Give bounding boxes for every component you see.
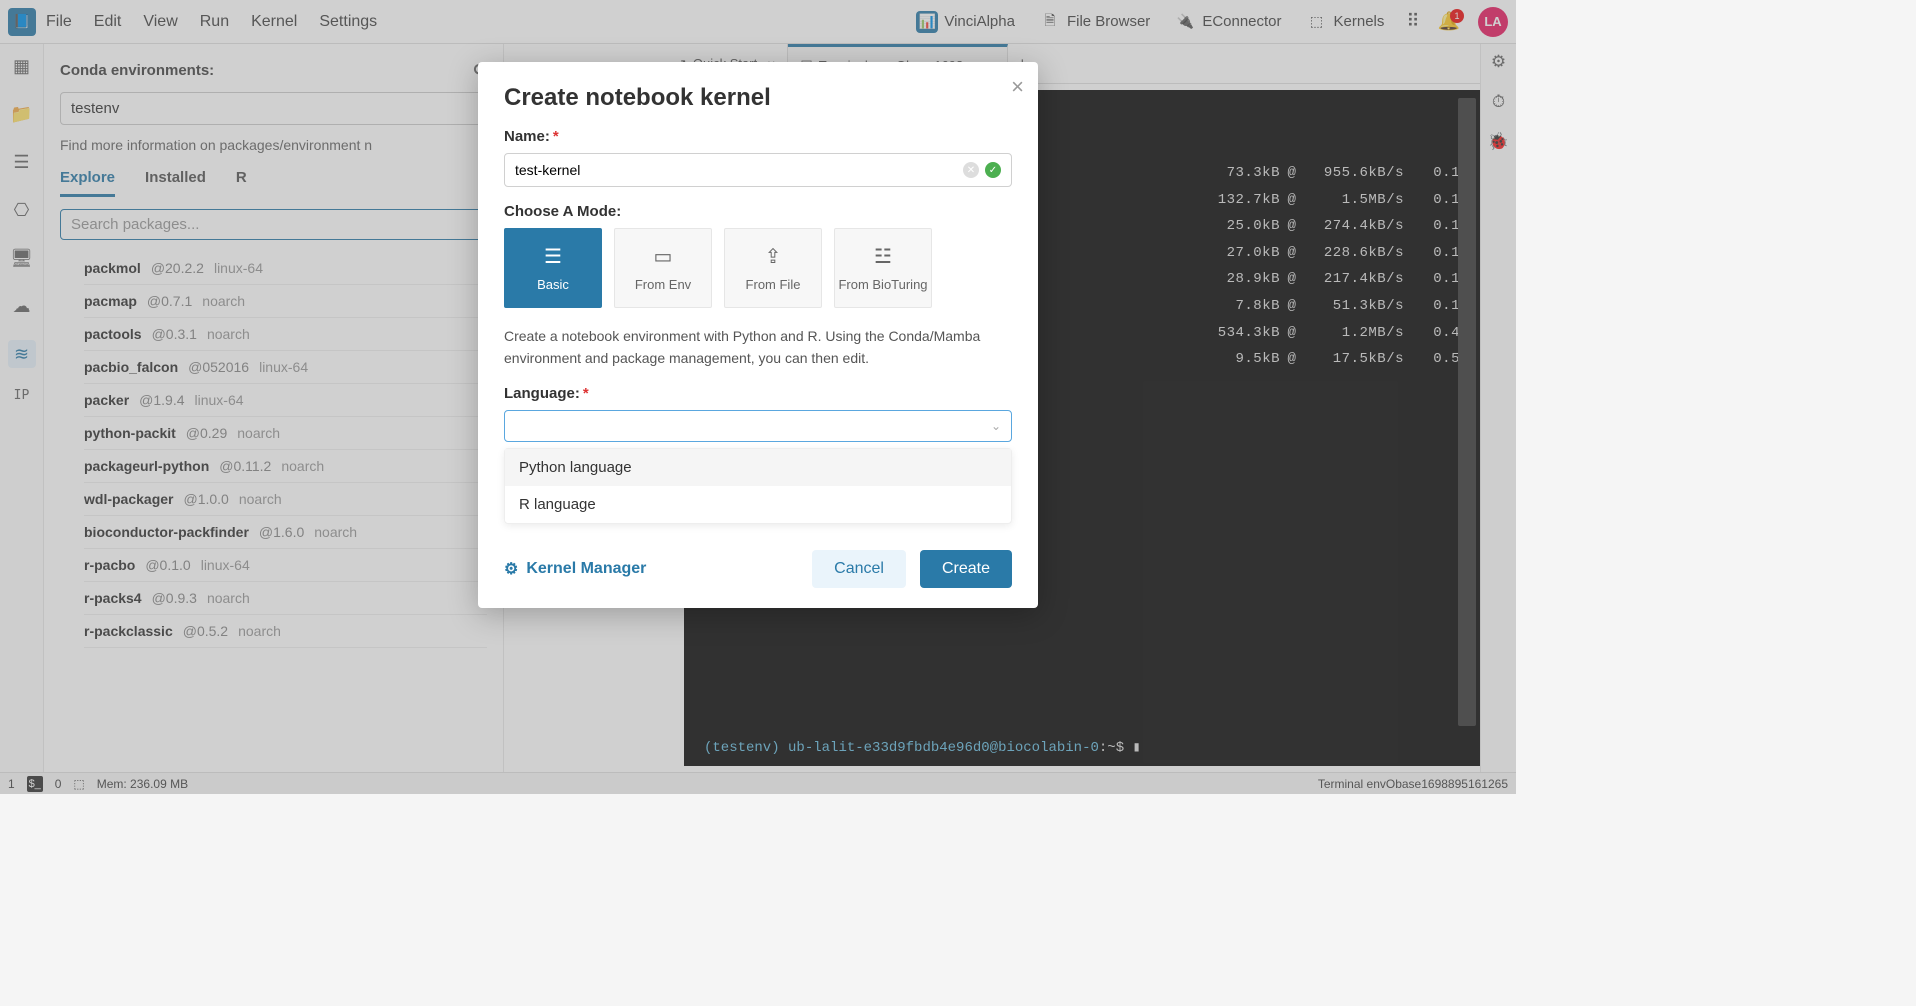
list-icon: ☰ bbox=[544, 244, 562, 269]
mode-from-file[interactable]: ⇪ From File bbox=[724, 228, 822, 308]
create-button[interactable]: Create bbox=[920, 550, 1012, 588]
mode-basic[interactable]: ☰ Basic bbox=[504, 228, 602, 308]
chevron-down-icon: ⌄ bbox=[991, 419, 1001, 433]
kernel-manager-label: Kernel Manager bbox=[526, 560, 646, 578]
option-r[interactable]: R language bbox=[505, 486, 1011, 523]
create-kernel-modal: × Create notebook kernel Name:* ✕ ✓ Choo… bbox=[478, 62, 1038, 608]
mode-basic-label: Basic bbox=[537, 277, 569, 292]
mode-description: Create a notebook environment with Pytho… bbox=[504, 326, 1012, 369]
mode-from-bioturing[interactable]: ☳ From BioTuring bbox=[834, 228, 932, 308]
check-icon: ✓ bbox=[985, 162, 1001, 178]
option-python[interactable]: Python language bbox=[505, 449, 1011, 486]
name-label: Name:* bbox=[504, 128, 1012, 145]
mode-file-label: From File bbox=[746, 277, 801, 292]
kernel-manager-link[interactable]: ⚙ Kernel Manager bbox=[504, 559, 646, 579]
cancel-button[interactable]: Cancel bbox=[812, 550, 906, 588]
modal-overlay[interactable]: × Create notebook kernel Name:* ✕ ✓ Choo… bbox=[0, 0, 1516, 794]
upload-icon: ⇪ bbox=[765, 244, 782, 269]
mode-bioturing-label: From BioTuring bbox=[838, 277, 927, 292]
gear-icon: ⚙ bbox=[504, 559, 518, 579]
mode-env-label: From Env bbox=[635, 277, 691, 292]
mode-from-env[interactable]: ▭ From Env bbox=[614, 228, 712, 308]
close-icon[interactable]: × bbox=[1011, 74, 1024, 100]
modal-title: Create notebook kernel bbox=[504, 84, 1012, 112]
wallet-icon: ☳ bbox=[874, 244, 892, 269]
name-input-wrapper: ✕ ✓ bbox=[504, 153, 1012, 187]
language-select[interactable]: ⌄ bbox=[504, 410, 1012, 442]
mode-label: Choose A Mode: bbox=[504, 203, 1012, 220]
name-input[interactable] bbox=[515, 162, 963, 178]
lang-label: Language:* bbox=[504, 385, 1012, 402]
clear-icon[interactable]: ✕ bbox=[963, 162, 979, 178]
window-icon: ▭ bbox=[654, 244, 673, 269]
language-dropdown: Python language R language bbox=[504, 448, 1012, 524]
mode-selector: ☰ Basic ▭ From Env ⇪ From File ☳ From Bi… bbox=[504, 228, 1012, 308]
